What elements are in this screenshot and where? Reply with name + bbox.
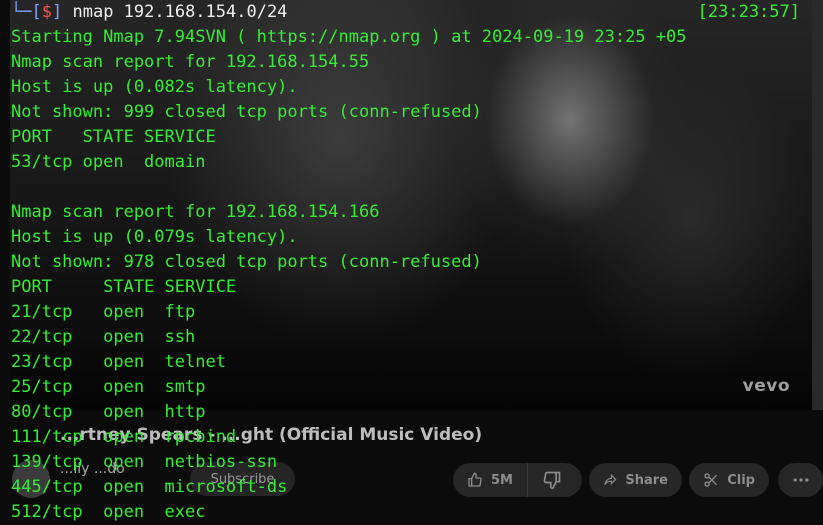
terminal-line: Host is up (0.082s latency).	[11, 77, 298, 97]
terminal-prompt-line: └─[$] nmap 192.168.154.0/24 [23:23:57]	[11, 0, 823, 25]
terminal-output[interactable]: └─[$] nmap 192.168.154.0/24 [23:23:57] St…	[0, 0, 823, 522]
prompt-symbol: $	[41, 2, 52, 22]
prompt-corner: └─	[11, 2, 32, 22]
terminal-line: 21/tcp open ftp	[11, 302, 196, 322]
prompt-open-bracket: [	[31, 2, 42, 22]
terminal-line: PORT STATE SERVICE	[11, 277, 237, 297]
terminal-line: PORT STATE SERVICE	[11, 127, 216, 147]
terminal-line: 445/tcp open microsoft-ds	[11, 477, 288, 497]
terminal-line: 25/tcp open smtp	[11, 377, 206, 397]
terminal-line: Nmap scan report for 192.168.154.55	[11, 52, 370, 72]
terminal-line: 22/tcp open ssh	[11, 327, 196, 347]
terminal-line: 512/tcp open exec	[11, 502, 206, 522]
prompt-command: nmap 192.168.154.0/24	[72, 2, 288, 22]
terminal-line: Not shown: 978 closed tcp ports (conn-re…	[11, 252, 482, 272]
terminal-line: Not shown: 999 closed tcp ports (conn-re…	[11, 102, 482, 122]
terminal-line: 53/tcp open domain	[11, 152, 206, 172]
terminal-line: Starting Nmap 7.94SVN ( https://nmap.org…	[11, 27, 687, 47]
prompt-close-bracket: ]	[51, 2, 63, 22]
terminal-line: 80/tcp open http	[11, 402, 206, 422]
terminal-output-lines: Starting Nmap 7.94SVN ( https://nmap.org…	[11, 25, 823, 525]
terminal-line: Nmap scan report for 192.168.154.166	[11, 202, 380, 222]
terminal-line: 23/tcp open telnet	[11, 352, 226, 372]
terminal-line: 139/tcp open netbios-ssn	[11, 452, 278, 472]
terminal-line: 111/tcp open rpcbind	[11, 427, 237, 447]
prompt-timestamp: [23:23:57]	[697, 2, 800, 22]
terminal-line: Host is up (0.079s latency).	[11, 227, 298, 247]
